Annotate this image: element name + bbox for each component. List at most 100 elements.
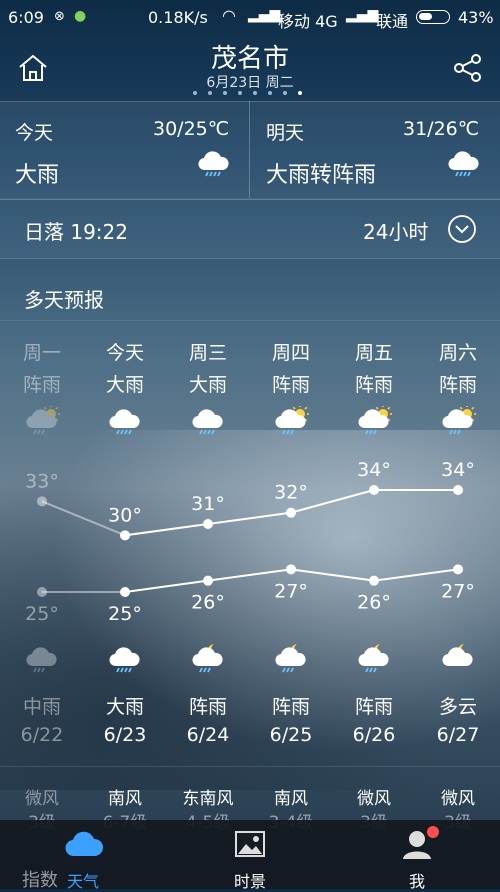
page-dot <box>193 91 197 95</box>
low-temp-point <box>286 564 296 575</box>
day-name: 今天 <box>105 342 144 364</box>
night-condition: 阵雨 <box>354 696 393 718</box>
day-condition: 阵雨 <box>271 374 310 396</box>
share-button[interactable] <box>450 50 490 90</box>
page-indicator <box>193 91 313 97</box>
carrier-1: 移动 4G <box>278 12 338 31</box>
tab-weather-label: 天气 <box>66 872 99 891</box>
tab-scenery[interactable]: 时景 <box>167 820 333 891</box>
multi-day-forecast: 周一阵雨中雨6/22微风3级今天大雨大雨6/23南风6-7级周三大雨阵雨6/24… <box>0 320 500 833</box>
night-condition: 阵雨 <box>188 696 227 718</box>
low-temp-point <box>369 575 379 586</box>
notification-icon: ⊗ <box>54 9 65 24</box>
low-temp-point <box>453 564 463 575</box>
low-temp-point <box>120 587 130 597</box>
shower-icon <box>24 404 61 436</box>
high-temp-label: 32° <box>274 482 308 504</box>
high-temp-point <box>369 485 379 495</box>
low-temp-line <box>124 579 209 593</box>
signal-icon: ▂▄▆ <box>248 7 281 23</box>
carrier-2: 联通 <box>376 12 409 31</box>
hourly-forecast-button[interactable]: 24小时 <box>340 207 485 251</box>
forecast-date: 6/27 <box>436 724 480 746</box>
night-condition: 多云 <box>438 696 477 718</box>
divider <box>0 766 500 767</box>
heavy-rain-icon <box>190 406 226 436</box>
high-temp-label: 33° <box>25 470 59 492</box>
low-temp-label: 26° <box>357 592 391 614</box>
low-temp-line <box>373 568 459 582</box>
tab-weather[interactable]: 天气 <box>0 820 166 891</box>
day-condition: 阵雨 <box>438 374 477 396</box>
battery-icon <box>416 10 450 24</box>
low-temp-line <box>290 568 375 582</box>
wind-direction: 微风 <box>25 789 59 809</box>
low-temp-label: 25° <box>108 603 142 625</box>
cloud-icon <box>65 831 104 857</box>
day-name: 周四 <box>271 342 310 364</box>
high-temp-point <box>286 507 296 518</box>
share-icon <box>454 54 481 82</box>
day-name: 周三 <box>188 342 227 364</box>
high-temp-label: 34° <box>441 459 475 481</box>
page-dot <box>238 91 242 95</box>
panel-divider <box>249 101 250 198</box>
low-temp-point <box>37 587 47 597</box>
day-condition: 阵雨 <box>22 374 61 396</box>
today-label: 今天 <box>15 122 54 144</box>
tomorrow-condition: 大雨转阵雨 <box>266 163 377 188</box>
page-dot <box>253 91 257 95</box>
notification-badge <box>427 826 439 838</box>
low-temp-label: 27° <box>441 580 475 602</box>
low-temp-line <box>207 568 292 582</box>
high-temp-label: 30° <box>108 504 142 526</box>
heavy-rain-icon <box>196 148 232 178</box>
city-title: 茂名市 <box>210 44 289 74</box>
tab-scenery-label: 时景 <box>233 872 266 891</box>
sun-shower-icon <box>440 404 477 436</box>
today-temp: 30/25℃ <box>153 118 230 140</box>
temperature-chart: 33° 30° 31° 32° 34° 34° 25° 25° 26° 27° 26° 27° <box>25 459 475 625</box>
night-condition: 阵雨 <box>271 696 310 718</box>
tomorrow-label: 明天 <box>266 122 305 144</box>
low-temp-label: 27° <box>274 580 308 602</box>
status-bar: 6:09 ⊗ ● 0.18K/s ◠ ▂▄▆ 移动 4G ▂▄▆ 联通 43% <box>0 0 500 34</box>
low-temp-point <box>203 575 213 586</box>
wind-direction: 微风 <box>441 789 475 809</box>
sun-shower-icon <box>356 404 393 436</box>
forecast-title: 多天预报 <box>24 288 104 312</box>
sunset-time: 日落 19:22 <box>24 220 128 244</box>
day-condition: 大雨 <box>188 374 227 396</box>
wind-direction: 南风 <box>274 789 308 809</box>
forecast-date: 6/26 <box>352 724 396 746</box>
chevron-down-icon <box>448 215 476 243</box>
high-temp-point <box>203 519 213 529</box>
page-dot <box>208 91 212 95</box>
app-notification-icon: ● <box>74 8 87 24</box>
day-condition: 大雨 <box>105 374 144 396</box>
high-temp-point <box>37 496 47 507</box>
network-speed: 0.18K/s <box>148 8 208 27</box>
day-name: 周六 <box>438 342 477 364</box>
tab-me[interactable]: 我 <box>334 820 500 891</box>
battery-percent: 43% <box>458 8 494 27</box>
wifi-icon: ◠ <box>222 6 236 25</box>
page-dot <box>298 91 302 95</box>
high-temp-label: 34° <box>357 459 391 481</box>
day-name: 周一 <box>22 342 61 364</box>
high-temp-label: 31° <box>191 493 225 515</box>
forecast-date: 6/24 <box>186 724 230 746</box>
wind-direction: 东南风 <box>182 789 234 809</box>
today-tomorrow-panel <box>0 101 500 200</box>
forecast-date: 6/23 <box>103 724 147 746</box>
image-icon <box>235 831 265 857</box>
heavy-rain-icon <box>446 148 482 178</box>
signal-icon-2: ▂▄▆ <box>346 7 379 23</box>
status-time: 6:09 <box>8 8 44 27</box>
tab-me-label: 我 <box>408 872 425 891</box>
high-temp-point <box>120 530 130 541</box>
high-temp-point <box>453 485 463 495</box>
hourly-label: 24小时 <box>363 220 429 244</box>
sun-shower-icon <box>273 404 310 436</box>
night-condition: 中雨 <box>22 696 61 718</box>
